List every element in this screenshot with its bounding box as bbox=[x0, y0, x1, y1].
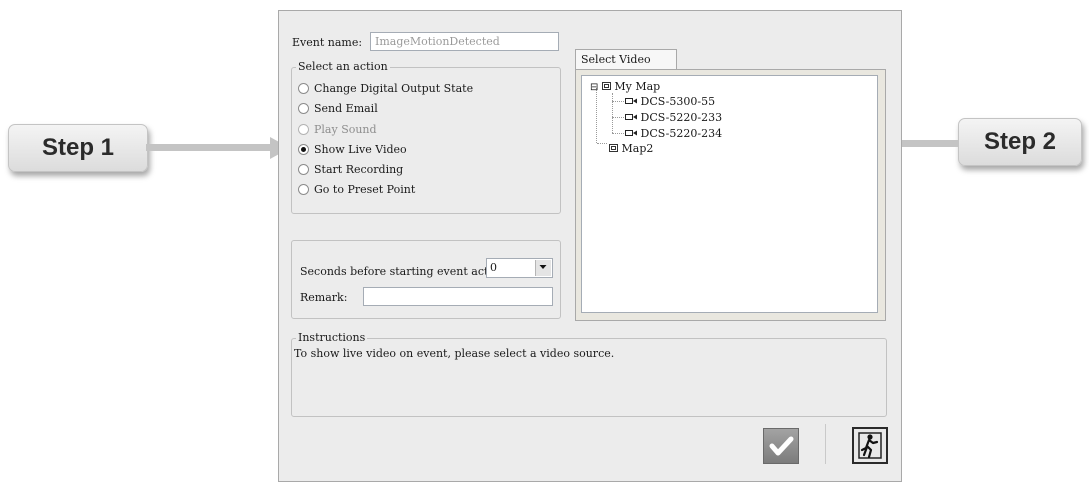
camera-icon bbox=[625, 130, 637, 136]
radio-button-selected[interactable] bbox=[298, 143, 309, 155]
check-icon bbox=[769, 436, 794, 456]
camera-icon bbox=[625, 114, 637, 120]
tab-content: ⊟ My Map DCS-5300-55 DCS-5220-233 DCS-52… bbox=[575, 69, 886, 321]
step1-callout: Step 1 bbox=[8, 124, 148, 172]
delay-label: Seconds before starting event action: bbox=[300, 265, 510, 278]
video-source-tree[interactable]: ⊟ My Map DCS-5300-55 DCS-5220-233 DCS-52… bbox=[581, 75, 878, 313]
event-action-dialog: Event name: ImageMotionDetected Select a… bbox=[278, 10, 902, 482]
tree-node-map2[interactable]: Map2 bbox=[609, 142, 653, 155]
radio-button[interactable] bbox=[298, 102, 309, 114]
video-source-panel: Select Video Source ⊟ My Map DCS-530 bbox=[575, 49, 886, 321]
radio-go-to-preset-point[interactable]: Go to Preset Point bbox=[298, 182, 415, 198]
step2-callout: Step 2 bbox=[958, 118, 1082, 166]
action-group-legend: Select an action bbox=[296, 60, 390, 73]
instructions-legend: Instructions bbox=[296, 331, 368, 344]
radio-button[interactable] bbox=[298, 82, 309, 94]
tab-select-video-source[interactable]: Select Video Source bbox=[575, 49, 677, 86]
button-separator bbox=[825, 424, 826, 464]
delay-select-value: 0 bbox=[490, 261, 497, 274]
tree-node-label: DCS-5220-233 bbox=[640, 111, 723, 124]
delay-remark-group: Seconds before starting event action: 0 … bbox=[291, 240, 561, 319]
event-name-label: Event name: bbox=[292, 36, 363, 49]
remark-label: Remark: bbox=[300, 291, 348, 304]
tree-node-label: Map2 bbox=[621, 142, 654, 155]
map-icon bbox=[609, 144, 618, 152]
radio-button bbox=[298, 123, 309, 135]
radio-button[interactable] bbox=[298, 163, 309, 175]
collapse-icon[interactable]: ⊟ bbox=[590, 82, 598, 93]
radio-start-recording[interactable]: Start Recording bbox=[298, 162, 403, 178]
action-group: Select an action Change Digital Output S… bbox=[291, 60, 561, 214]
remark-field[interactable] bbox=[363, 287, 553, 306]
radio-send-email[interactable]: Send Email bbox=[298, 101, 378, 117]
chevron-down-icon bbox=[539, 265, 547, 269]
tree-node-label: DCS-5300-55 bbox=[640, 95, 716, 108]
exit-door-icon bbox=[858, 432, 882, 459]
instructions-group: Instructions To show live video on event… bbox=[291, 331, 887, 417]
tree-node-camera[interactable]: DCS-5220-234 bbox=[625, 127, 722, 140]
delay-select[interactable]: 0 bbox=[486, 258, 553, 278]
exit-button[interactable] bbox=[852, 427, 888, 464]
tree-node-label: DCS-5220-234 bbox=[640, 127, 723, 140]
tree-node-label: My Map bbox=[614, 80, 661, 93]
radio-play-sound: Play Sound bbox=[298, 122, 377, 138]
event-name-field[interactable]: ImageMotionDetected bbox=[370, 32, 559, 51]
map-icon bbox=[601, 82, 611, 90]
tree-node-my-map[interactable]: ⊟ My Map bbox=[590, 80, 660, 93]
radio-change-digital-output[interactable]: Change Digital Output State bbox=[298, 81, 473, 97]
dropdown-arrow-button[interactable] bbox=[535, 260, 551, 276]
camera-icon bbox=[625, 98, 637, 104]
ok-button[interactable] bbox=[763, 428, 799, 464]
tree-node-camera[interactable]: DCS-5220-233 bbox=[625, 111, 722, 124]
radio-show-live-video[interactable]: Show Live Video bbox=[298, 142, 407, 158]
tree-node-camera[interactable]: DCS-5300-55 bbox=[625, 95, 715, 108]
radio-button[interactable] bbox=[298, 183, 309, 195]
instructions-text: To show live video on event, please sele… bbox=[294, 347, 615, 360]
